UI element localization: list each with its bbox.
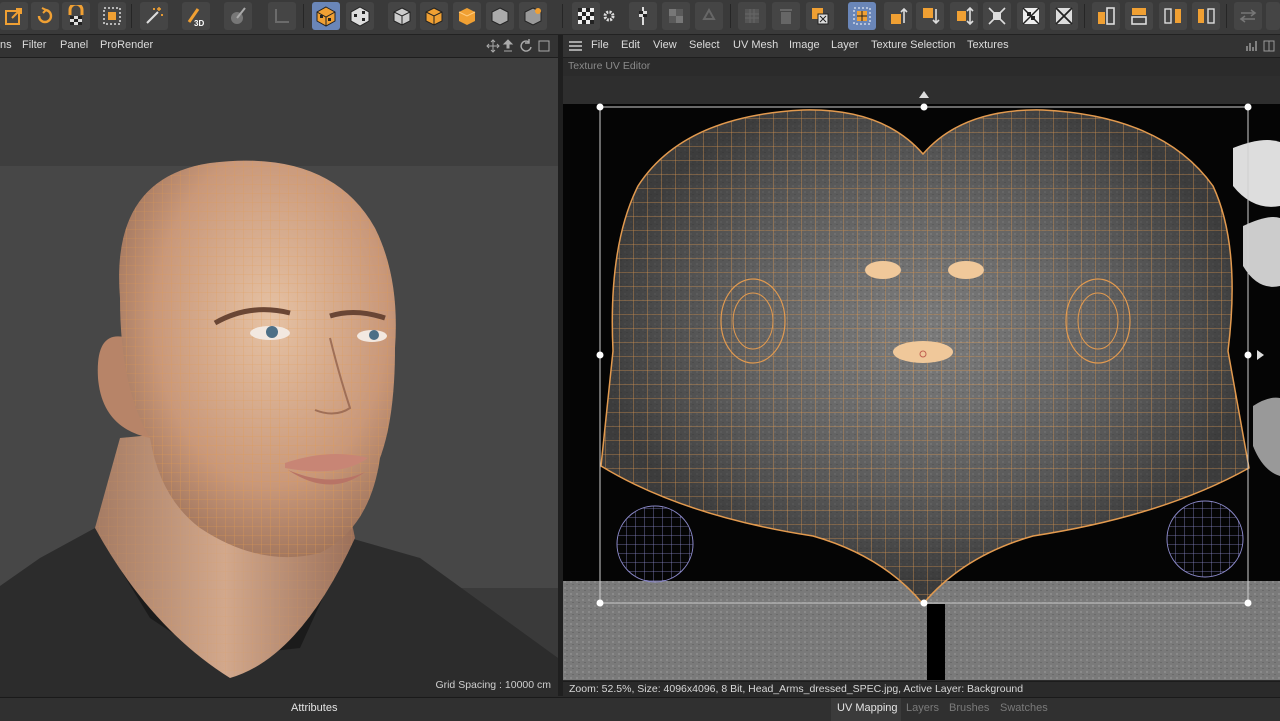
uv-grid-icon[interactable] [1017,2,1045,30]
head-model [0,160,558,696]
points-mode-icon[interactable] [388,2,416,30]
paint-3d-badge: 3D [194,19,204,27]
uv-layer-icon[interactable] [662,2,690,30]
distribute-vertical-icon[interactable] [1192,2,1220,30]
viewport-menu-panel[interactable]: Panel [60,39,88,51]
tab-uv-mapping[interactable]: UV Mapping [837,702,898,714]
status-text: Zoom: 52.5%, Size: 4096x4096, 8 Bit, Hea… [569,683,1024,695]
swap-arrows-icon[interactable] [1234,2,1262,30]
uv-checker-icon[interactable] [346,2,374,30]
uv-grid-dim-icon[interactable] [738,2,766,30]
polygons-mode-icon[interactable] [453,2,481,30]
pack-horizontal-icon[interactable] [1092,2,1120,30]
model-mode-icon[interactable] [486,2,514,30]
align-vertical-icon[interactable] [950,2,978,30]
magic-wand-icon[interactable] [140,2,168,30]
perspective-viewport[interactable]: Grid Spacing : 10000 cm [0,58,558,696]
menu-edit[interactable]: Edit [621,39,640,51]
edges-mode-icon[interactable] [420,2,448,30]
viewport-menubar: ns Filter Panel ProRender [0,35,558,58]
viewport-nav-icons[interactable] [486,39,552,53]
menu-texture-selection[interactable]: Texture Selection [871,39,955,51]
tab-attributes[interactable]: Attributes [291,702,337,714]
uv-editor-menubar: File Edit View Select UV Mesh Image Laye… [563,35,1280,58]
magnet-checker-icon[interactable] [62,2,90,30]
menu-file[interactable]: File [591,39,609,51]
editor-title: Texture UV Editor [568,60,651,72]
selection-frame-icon[interactable] [98,2,126,30]
menu-select[interactable]: Select [689,39,720,51]
align-top-icon[interactable] [884,2,912,30]
trash-icon[interactable] [772,2,800,30]
uv-texture-view [563,91,1280,680]
paint-3d-icon[interactable]: 3D [182,2,210,30]
uv-checker-grid-icon[interactable] [572,2,600,30]
pack-vertical-icon[interactable] [1125,2,1153,30]
status-bar: Zoom: 52.5%, Size: 4096x4096, 8 Bit, Hea… [563,681,1280,697]
menu-view[interactable]: View [653,39,677,51]
uv-canvas[interactable] [563,76,1280,680]
rotate-tool-icon[interactable] [31,2,59,30]
pin-uv-icon[interactable] [629,2,657,30]
tab-brushes[interactable]: Brushes [949,702,989,714]
grid-spacing-label: Grid Spacing : 10000 cm [435,679,551,691]
viewport-menu-filter[interactable]: Filter [22,39,46,51]
more-tools-icon[interactable] [1266,2,1280,30]
tab-layers[interactable]: Layers [906,702,939,714]
menu-image[interactable]: Image [789,39,820,51]
object-axis-icon[interactable] [519,2,547,30]
paint-brush-icon[interactable] [224,2,252,30]
hamburger-menu-icon[interactable] [569,41,582,51]
relax-uv-icon[interactable] [983,2,1011,30]
optimal-mapping-icon[interactable] [1050,2,1078,30]
distribute-horizontal-icon[interactable] [1159,2,1187,30]
menu-textures[interactable]: Textures [967,39,1009,51]
axis-lock-icon[interactable] [268,2,296,30]
uv-frame-select-icon[interactable] [848,2,876,30]
uv-transfer-icon[interactable] [806,2,834,30]
gear-icon[interactable] [601,2,617,30]
viewport-menu-prorender[interactable]: ProRender [100,39,153,51]
menu-layer[interactable]: Layer [831,39,859,51]
viewport-menu-item[interactable]: ns [0,39,12,51]
bottom-tabbar: Attributes UV Mapping Layers Brushes Swa… [0,697,1280,721]
align-bottom-icon[interactable] [916,2,944,30]
texture-mode-icon[interactable] [312,2,340,30]
tab-swatches[interactable]: Swatches [1000,702,1048,714]
histogram-layout-icons[interactable] [1246,40,1276,52]
menu-uv-mesh[interactable]: UV Mesh [733,39,778,51]
scale-tool-icon[interactable] [0,2,28,30]
recycle-icon[interactable] [695,2,723,30]
main-toolbar: 3D [0,0,1280,35]
